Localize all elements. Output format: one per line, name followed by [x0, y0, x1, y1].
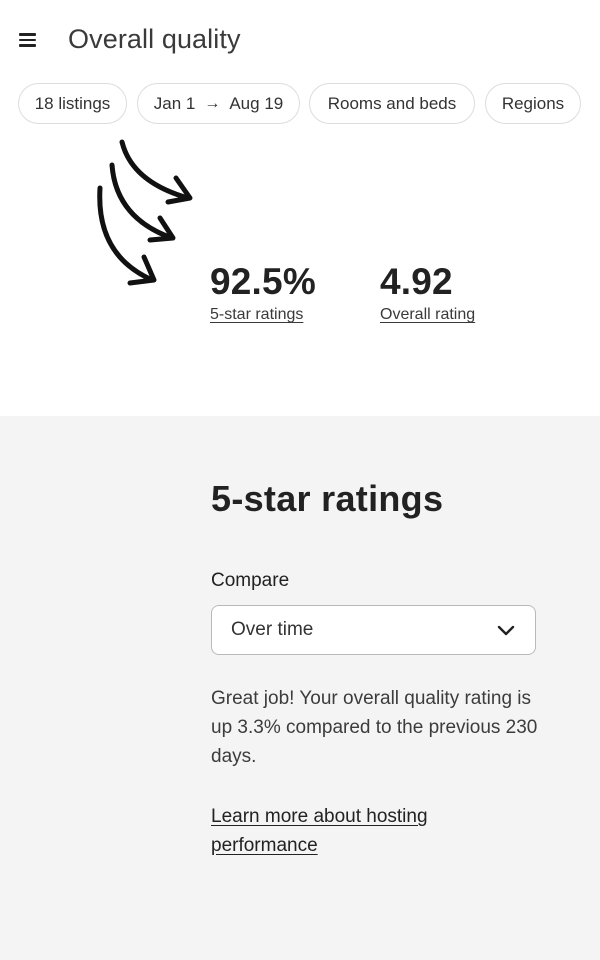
filter-bar: 18 listings Jan 1 → Aug 19 Rooms and bed…: [0, 83, 600, 125]
chevron-down-icon: [497, 625, 515, 636]
metric-label-link[interactable]: Overall rating: [380, 306, 475, 324]
hand-drawn-arrows-icon: [97, 139, 193, 286]
section-title: 5-star ratings: [211, 478, 444, 519]
compare-label: Compare: [211, 570, 290, 591]
filter-dates-chip[interactable]: Jan 1 → Aug 19: [137, 83, 300, 124]
filter-rooms-chip[interactable]: Rooms and beds: [309, 83, 475, 124]
metric-value: 4.92: [380, 261, 453, 302]
filter-date-end: Aug 19: [229, 93, 284, 113]
ratings-section: 5-star ratings Compare Over time Great j…: [0, 416, 600, 960]
hamburger-menu-icon[interactable]: [18, 30, 38, 50]
metric-value: 92.5%: [210, 261, 316, 302]
filter-regions-chip[interactable]: Regions: [485, 83, 581, 124]
metric-label-link[interactable]: 5-star ratings: [210, 306, 316, 324]
compare-select[interactable]: Over time: [211, 605, 536, 655]
compare-select-value: Over time: [231, 619, 314, 640]
filter-date-start: Jan 1: [153, 93, 196, 113]
metric-overall-rating: 4.92 Overall rating: [380, 258, 475, 324]
filter-rooms-label: Rooms and beds: [327, 93, 457, 113]
filter-listings-label: 18 listings: [34, 93, 111, 113]
metric-five-star-ratings: 92.5% 5-star ratings: [210, 258, 316, 324]
header: Overall quality: [0, 0, 600, 82]
learn-more-link[interactable]: Learn more about hosting performance: [211, 802, 511, 860]
filter-listings-chip[interactable]: 18 listings: [18, 83, 127, 124]
right-arrow-icon: →: [204, 94, 221, 112]
page-title: Overall quality: [68, 24, 241, 54]
performance-message: Great job! Your overall quality rating i…: [211, 688, 538, 767]
filter-regions-label: Regions: [501, 93, 565, 113]
